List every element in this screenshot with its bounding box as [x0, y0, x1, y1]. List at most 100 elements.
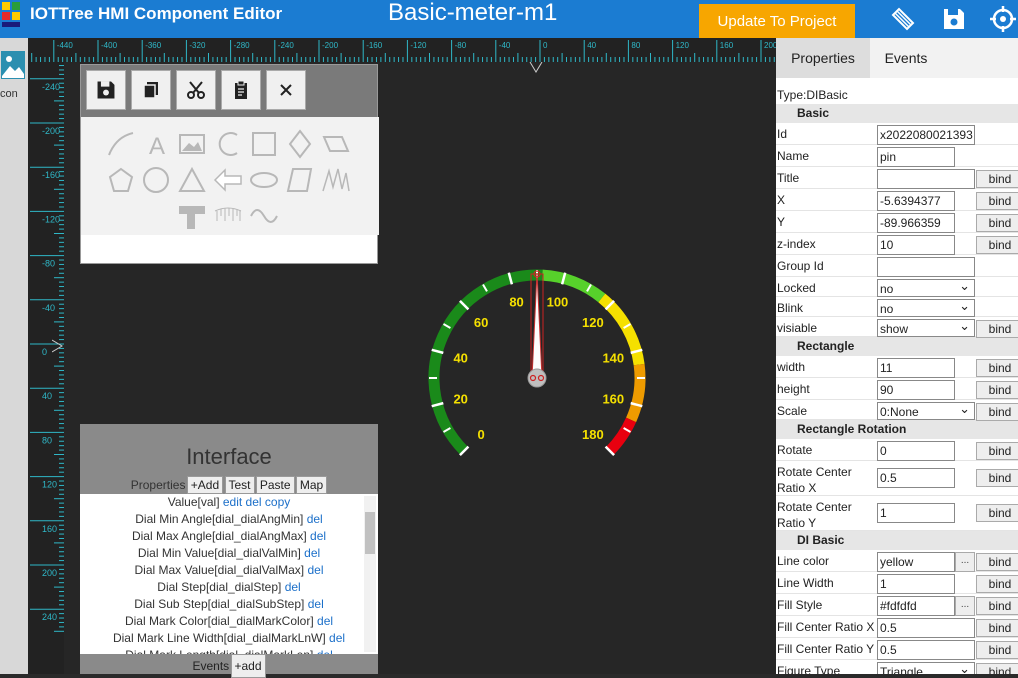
property-actions[interactable]: del [329, 631, 345, 645]
property-label: height [777, 382, 810, 396]
property-input[interactable]: x2022080021393 [877, 125, 975, 145]
bind-button[interactable]: bind [976, 663, 1018, 674]
property-actions[interactable]: del [304, 546, 320, 560]
interface-property-item[interactable]: Dial Max Angle[dial_dialAngMax] del [80, 528, 378, 545]
save-icon[interactable] [941, 6, 967, 32]
bind-button[interactable]: bind [976, 236, 1018, 254]
bind-button[interactable]: bind [976, 359, 1018, 377]
cut-tool-button[interactable] [176, 70, 216, 110]
interface-property-item[interactable]: Dial Sub Step[dial_dialSubStep] del [80, 596, 378, 613]
bind-button[interactable]: bind [976, 553, 1018, 571]
property-actions[interactable]: del [317, 614, 333, 628]
property-input[interactable]: 11 [877, 358, 955, 378]
bind-button[interactable]: bind [976, 403, 1018, 421]
property-select[interactable]: no [877, 279, 975, 297]
property-actions[interactable]: del [307, 512, 323, 526]
layers-icon[interactable] [890, 6, 916, 32]
interface-scrollbar[interactable] [364, 496, 376, 652]
bind-button[interactable]: bind [976, 575, 1018, 593]
property-actions[interactable]: del [310, 529, 326, 543]
scrollbar-thumb[interactable] [365, 512, 375, 554]
scale-icon[interactable] [213, 201, 243, 231]
target-icon[interactable] [990, 6, 1016, 32]
paste-tool-button[interactable] [221, 70, 261, 110]
interface-property-item[interactable]: Value[val] edit del copy [80, 494, 378, 511]
property-input[interactable] [877, 257, 975, 277]
interface-property-item[interactable]: Dial Max Value[dial_dialValMax] del [80, 562, 378, 579]
bind-button[interactable]: bind [976, 597, 1018, 615]
diamond-icon[interactable] [285, 129, 315, 159]
triangle-icon[interactable] [177, 165, 207, 195]
property-label: Group Id [777, 259, 824, 273]
bind-button[interactable]: bind [976, 170, 1018, 188]
property-actions[interactable]: del [285, 580, 301, 594]
paste-button[interactable]: Paste [255, 476, 295, 494]
property-input[interactable]: 1 [877, 503, 955, 523]
close-tool-button[interactable] [266, 70, 306, 110]
interface-property-item[interactable]: Dial Mark Line Width[dial_dialMarkLnW] d… [80, 630, 378, 647]
bind-button[interactable]: bind [976, 320, 1018, 338]
image-icon[interactable] [177, 129, 207, 159]
tab-properties[interactable]: Properties [776, 38, 870, 78]
property-input[interactable]: -89.966359 [877, 213, 955, 233]
property-actions[interactable]: edit del copy [223, 495, 290, 509]
map-button[interactable]: Map [295, 476, 328, 494]
interface-property-item[interactable]: Dial Min Value[dial_dialValMin] del [80, 545, 378, 562]
property-select[interactable]: no [877, 299, 975, 317]
property-input[interactable]: 0 [877, 441, 955, 461]
wave-icon[interactable] [249, 201, 279, 231]
bind-button[interactable]: bind [976, 381, 1018, 399]
pipe-icon[interactable] [177, 201, 207, 231]
property-input[interactable]: 90 [877, 380, 955, 400]
bind-button[interactable]: bind [976, 214, 1018, 232]
property-input[interactable]: -5.6394377 [877, 191, 955, 211]
save-tool-button[interactable] [86, 70, 126, 110]
add-event-button[interactable]: +add [230, 654, 266, 678]
property-select[interactable]: show [877, 319, 975, 337]
curve-icon[interactable] [106, 129, 136, 159]
rectangle-icon[interactable] [249, 129, 279, 159]
trapezoid-icon[interactable] [285, 165, 315, 195]
property-input[interactable]: 1 [877, 574, 955, 594]
add-property-button[interactable]: +Add [186, 476, 224, 494]
property-select[interactable]: 0:None [877, 402, 975, 420]
bind-button[interactable]: bind [976, 469, 1018, 487]
property-actions[interactable]: del [308, 597, 324, 611]
interface-property-item[interactable]: Dial Step[dial_dialStep] del [80, 579, 378, 596]
copy-tool-button[interactable] [131, 70, 171, 110]
interface-property-item[interactable]: Dial Min Angle[dial_dialAngMin] del [80, 511, 378, 528]
update-to-project-button[interactable]: Update To Project [699, 4, 855, 38]
property-input[interactable]: 10 [877, 235, 955, 255]
property-input[interactable]: 0.5 [877, 468, 955, 488]
property-input[interactable] [877, 169, 975, 189]
tab-events[interactable]: Events [870, 38, 942, 78]
property-input[interactable]: yellow [877, 552, 955, 572]
property-input[interactable]: 0.5 [877, 618, 975, 638]
color-picker-button[interactable]: ... [955, 596, 975, 616]
color-picker-button[interactable]: ... [955, 552, 975, 572]
interface-property-item[interactable]: Dial Mark Color[dial_dialMarkColor] del [80, 613, 378, 630]
bind-button[interactable]: bind [976, 442, 1018, 460]
parallelogram-icon[interactable] [321, 129, 351, 159]
property-select[interactable]: Triangle [877, 662, 975, 674]
pentagon-icon[interactable] [106, 165, 136, 195]
property-actions[interactable]: del [307, 563, 323, 577]
bind-button[interactable]: bind [976, 641, 1018, 659]
arc-icon[interactable] [213, 129, 243, 159]
bind-button[interactable]: bind [976, 504, 1018, 522]
property-input[interactable]: pin [877, 147, 955, 167]
arrow-left-icon[interactable] [213, 165, 243, 195]
gauge-meter[interactable]: 0 20 40 60 80 100 120 140 160 180 [400, 250, 680, 480]
image-component-icon[interactable] [0, 50, 26, 82]
property-input[interactable]: 0.5 [877, 640, 975, 660]
property-input[interactable]: #fdfdfd [877, 596, 955, 616]
test-button[interactable]: Test [224, 476, 255, 494]
bind-button[interactable]: bind [976, 192, 1018, 210]
ellipse-icon[interactable] [249, 165, 279, 195]
bind-button[interactable]: bind [976, 619, 1018, 637]
interface-property-item[interactable]: Dial Mark Length[dial_dialMarkLen] del [80, 647, 378, 654]
gauge-needle[interactable] [531, 272, 543, 379]
zigzag-icon[interactable] [321, 165, 351, 195]
text-icon[interactable]: A [141, 129, 171, 159]
circle-icon[interactable] [141, 165, 171, 195]
